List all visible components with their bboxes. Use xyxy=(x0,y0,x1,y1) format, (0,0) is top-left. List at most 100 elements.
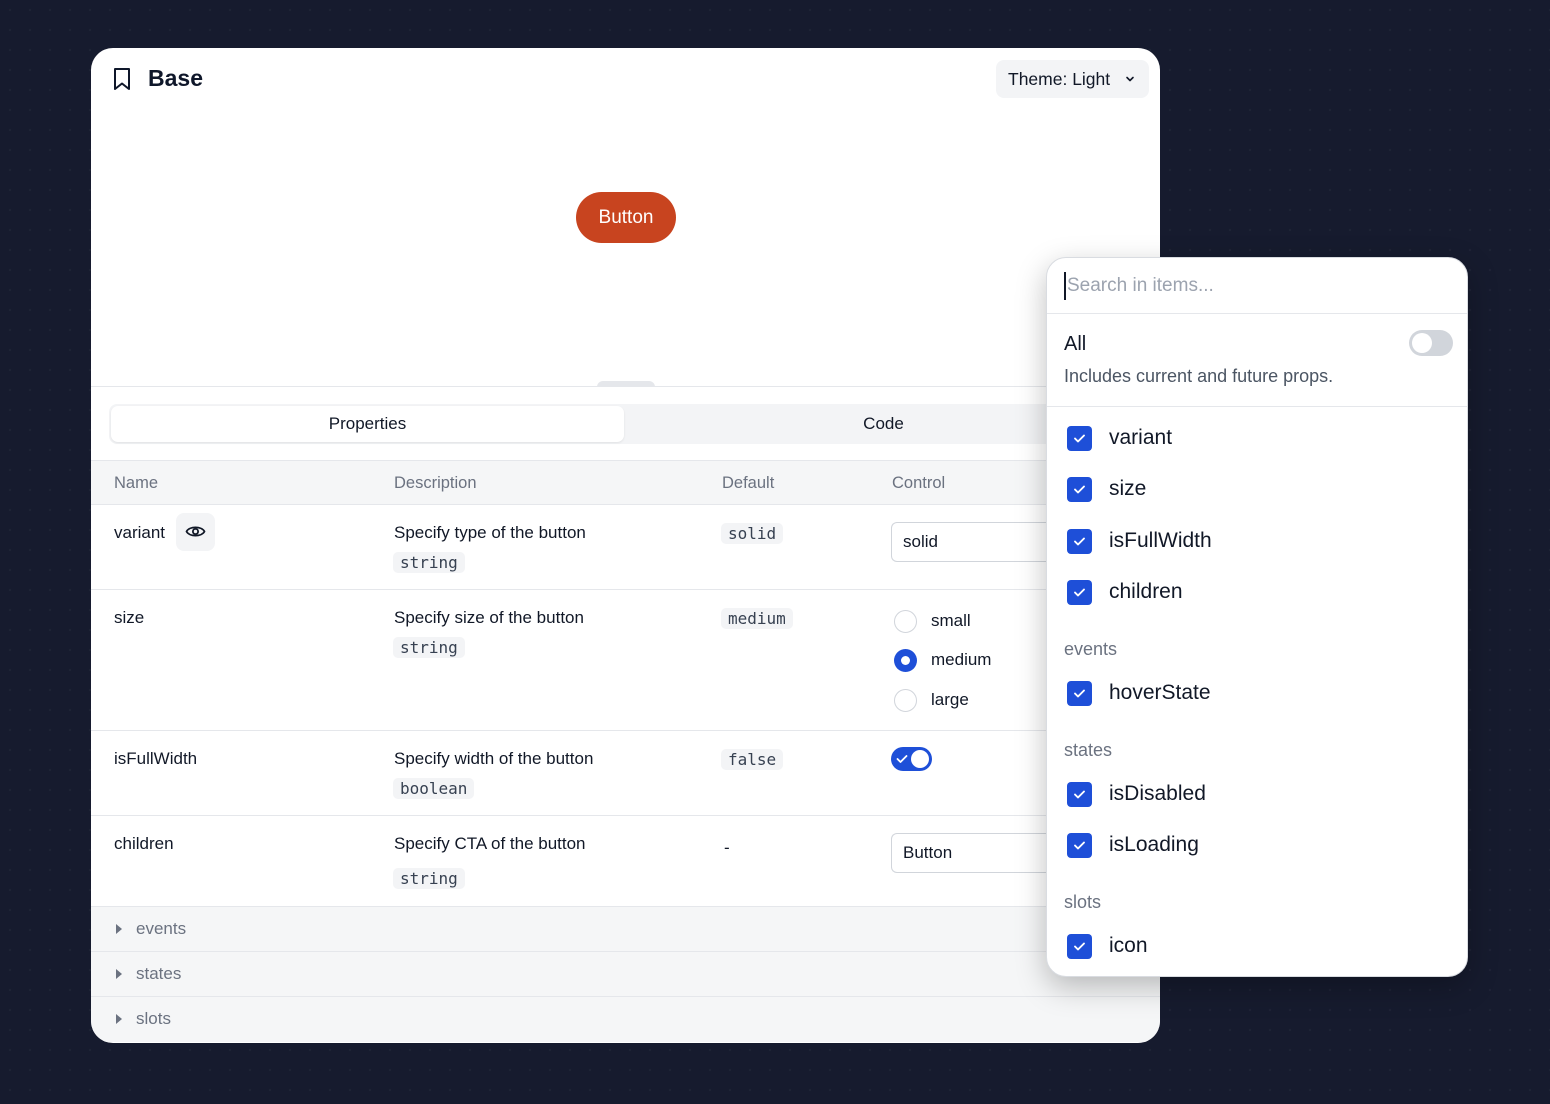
visibility-toggle-button[interactable] xyxy=(176,513,215,551)
prop-type: string xyxy=(393,868,465,889)
toggle-knob xyxy=(1412,333,1432,353)
prop-item-label: children xyxy=(1109,580,1183,603)
check-icon xyxy=(1074,790,1085,798)
checkbox[interactable] xyxy=(1067,832,1092,858)
tab-bar: Properties Code xyxy=(109,404,1159,444)
column-header-default: Default xyxy=(722,474,775,492)
column-header-name: Name xyxy=(114,474,159,492)
prop-type: string xyxy=(393,637,465,658)
check-icon xyxy=(896,755,908,763)
prop-item-label: icon xyxy=(1109,934,1148,957)
all-toggle[interactable] xyxy=(1409,330,1453,356)
check-icon xyxy=(1074,841,1085,849)
prop-default: false xyxy=(721,749,784,770)
prop-item-label: isDisabled xyxy=(1109,782,1206,805)
prop-item-hoverstate[interactable]: hoverState xyxy=(1067,680,1211,706)
prop-description: Specify width of the button xyxy=(394,749,594,768)
prop-default: - xyxy=(724,838,730,857)
tab-properties[interactable]: Properties xyxy=(111,406,624,442)
checkbox[interactable] xyxy=(1067,933,1092,959)
group-label: slots xyxy=(136,1009,171,1028)
prop-item-icon[interactable]: icon xyxy=(1067,933,1148,959)
radio-label: small xyxy=(931,611,971,630)
caret-right-icon xyxy=(116,969,122,979)
prop-item-isfullwidth[interactable]: isFullWidth xyxy=(1067,528,1212,554)
prop-name: variant xyxy=(114,523,166,542)
divider xyxy=(91,386,1160,387)
column-header-control: Control xyxy=(892,474,946,492)
preview-canvas: Button xyxy=(91,110,1160,386)
chevron-down-icon xyxy=(1126,76,1134,82)
group-row-states[interactable]: states xyxy=(91,952,1160,997)
search-input[interactable] xyxy=(1064,272,1444,300)
prop-item-variant[interactable]: variant xyxy=(1067,425,1172,451)
checkbox[interactable] xyxy=(1067,781,1092,807)
check-icon xyxy=(1074,434,1085,442)
prop-type: boolean xyxy=(393,778,475,799)
check-icon xyxy=(1074,588,1085,596)
prop-name: size xyxy=(114,608,145,627)
prop-item-label: size xyxy=(1109,477,1147,500)
prop-item-children[interactable]: children xyxy=(1067,579,1183,605)
theme-select-label: Theme: Light xyxy=(1008,68,1111,89)
group-label: states xyxy=(136,964,182,983)
prop-description: Specify size of the button xyxy=(394,608,584,627)
prop-type: string xyxy=(393,552,465,573)
table-row: isFullWidth Specify width of the button … xyxy=(91,731,1160,816)
group-label: events xyxy=(136,919,187,938)
prop-default: medium xyxy=(721,608,793,629)
radio-button[interactable] xyxy=(894,609,917,633)
theme-select[interactable]: Theme: Light xyxy=(996,60,1149,98)
section-label-states: states xyxy=(1064,740,1113,760)
prop-name: children xyxy=(114,834,174,853)
prop-item-isloading[interactable]: isLoading xyxy=(1067,832,1199,858)
radio-button-selected[interactable] xyxy=(894,648,917,672)
radio-option-small[interactable]: small xyxy=(894,609,971,633)
radio-option-large[interactable]: large xyxy=(894,688,969,712)
check-icon xyxy=(1074,689,1085,697)
check-icon xyxy=(1074,485,1085,493)
prop-name: isFullWidth xyxy=(114,749,198,768)
preview-button[interactable]: Button xyxy=(576,192,676,243)
column-header-description: Description xyxy=(394,474,477,492)
checkbox[interactable] xyxy=(1067,425,1092,451)
full-width-toggle[interactable] xyxy=(891,747,932,771)
table-row: children Specify CTA of the button strin… xyxy=(91,816,1160,907)
radio-label: large xyxy=(931,690,969,709)
radio-button[interactable] xyxy=(894,688,917,712)
caret-right-icon xyxy=(116,924,122,934)
window-header: Base Theme: Light xyxy=(91,48,1160,110)
prop-default: solid xyxy=(721,523,784,544)
prop-description: Specify CTA of the button xyxy=(394,834,586,853)
checkbox[interactable] xyxy=(1067,528,1092,554)
checkbox[interactable] xyxy=(1067,680,1092,706)
section-label-slots: slots xyxy=(1064,892,1102,912)
prop-item-label: hoverState xyxy=(1109,681,1211,704)
toggle-knob xyxy=(911,750,929,768)
checkbox[interactable] xyxy=(1067,579,1092,605)
group-row-events[interactable]: events xyxy=(91,907,1160,952)
props-filter-popover: All Includes current and future props. v… xyxy=(1046,257,1468,977)
prop-item-size[interactable]: size xyxy=(1067,476,1146,502)
radio-option-medium[interactable]: medium xyxy=(894,648,991,672)
all-description: Includes current and future props. xyxy=(1064,366,1334,386)
prop-description: Specify type of the button xyxy=(394,523,586,542)
table-header: Name Description Default Control xyxy=(91,460,1160,505)
group-row-slots[interactable]: slots xyxy=(91,997,1160,1042)
bookmark-icon xyxy=(114,68,130,90)
page-title: Base xyxy=(148,65,203,91)
prop-item-label: variant xyxy=(1109,426,1173,449)
prop-item-label: isFullWidth xyxy=(1109,529,1212,552)
radio-label: medium xyxy=(931,650,992,669)
prop-item-label: isLoading xyxy=(1109,833,1199,856)
all-toggle-section: All Includes current and future props. xyxy=(1047,314,1467,407)
checkbox[interactable] xyxy=(1067,476,1092,502)
component-window: Base Theme: Light Button Properties Code… xyxy=(91,48,1160,1043)
prop-item-isdisabled[interactable]: isDisabled xyxy=(1067,781,1206,807)
check-icon xyxy=(1074,942,1085,950)
table-row: variant Specify type of the button strin… xyxy=(91,505,1160,590)
caret-right-icon xyxy=(116,1014,122,1024)
table-row: size Specify size of the button string m… xyxy=(91,590,1160,731)
check-icon xyxy=(1074,537,1085,545)
eye-icon xyxy=(185,526,206,537)
